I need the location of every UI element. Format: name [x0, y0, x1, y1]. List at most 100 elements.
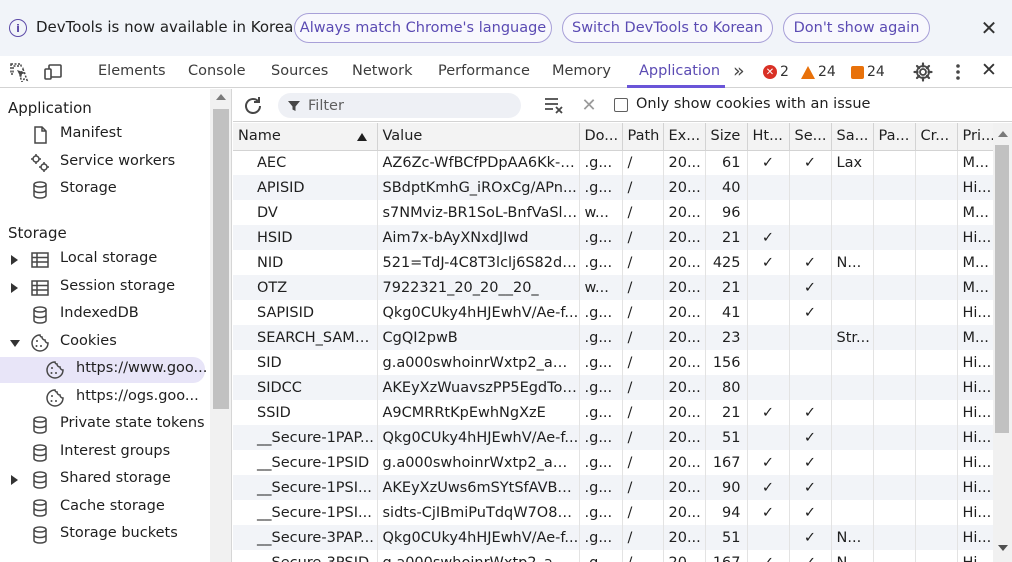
sidebar-item-indexeddb[interactable]: IndexedDB	[0, 302, 205, 328]
table-row[interactable]: SSID A9CMRRtKpEwhNgXzE .g.../20... 21 ✓ ✓ Hi..…	[233, 400, 993, 425]
scroll-down-arrow-icon[interactable]	[998, 545, 1008, 551]
column-header-secure[interactable]: Se...	[789, 123, 832, 151]
table-row[interactable]: __Secure-3PAP... Qkg0CUky4hHJEwhV/Ae-f...…	[233, 525, 993, 550]
issues-badge[interactable]: 24	[851, 64, 885, 80]
cell-name: __Secure-3PAP...	[233, 525, 378, 550]
sidebar-item-cache-storage[interactable]: Cache storage	[0, 495, 205, 521]
close-devtools-icon[interactable]: ✕	[981, 59, 997, 81]
switch-to-korean-button[interactable]: Switch DevTools to Korean	[562, 13, 773, 43]
always-match-language-button[interactable]: Always match Chrome's language	[294, 13, 552, 43]
table-row[interactable]: __Secure-1PSI... sidts-CjIBmiPuTdqW7O8W..…	[233, 500, 993, 525]
column-header-cross-site[interactable]: Cr...	[915, 123, 958, 151]
cell-priority: Hi...	[957, 450, 993, 475]
clear-all-cookies-icon[interactable]	[543, 95, 565, 115]
scroll-up-arrow-icon[interactable]	[216, 94, 226, 100]
table-row[interactable]: APISID SBdptKmhG_iROxCg/APn... .g.../20...…	[233, 175, 993, 200]
cell-domain: .g...	[579, 325, 623, 350]
sidebar-item-local-storage[interactable]: Local storage	[0, 247, 205, 273]
cell-expires: 20...	[663, 175, 706, 200]
table-row[interactable]: __Secure-1PSID g.a000swhoinrWxtp2_aWq....…	[233, 450, 993, 475]
delete-selected-icon[interactable]: ✕	[580, 95, 598, 116]
close-infobar-icon[interactable]: ✕	[978, 16, 1000, 40]
sidebar-item-storage-overview[interactable]: Storage	[0, 177, 205, 203]
expand-arrow-icon[interactable]	[11, 255, 18, 265]
cookie-icon	[31, 334, 49, 352]
cell-domain: .g...	[579, 475, 623, 500]
table-row[interactable]: __Secure-1PSI... AKEyXzUws6mSYtSfAVBOf...…	[233, 475, 993, 500]
sidebar-item-service-workers[interactable]: Service workers	[0, 150, 205, 176]
sidebar-scroll-thumb[interactable]	[213, 109, 229, 409]
table-scroll-thumb[interactable]	[995, 145, 1009, 433]
table-row[interactable]: OTZ 7922321_20_20__20_ w.../20... 21 ✓ M...	[233, 275, 993, 300]
table-scrollbar[interactable]	[993, 123, 1012, 562]
cell-size: 21	[705, 400, 748, 425]
cell-domain: .g...	[579, 550, 623, 562]
column-header-value[interactable]: Value	[377, 123, 580, 151]
column-header-size[interactable]: Size	[705, 123, 748, 151]
cell-size: 41	[705, 300, 748, 325]
table-row[interactable]: NID 521=TdJ-4C8T3lclj6S82dY... .g.../20...…	[233, 250, 993, 275]
column-header-path[interactable]: Path	[622, 123, 664, 151]
tab-network[interactable]: Network	[352, 63, 413, 79]
tab-console[interactable]: Console	[188, 63, 246, 79]
sidebar-item-cookies[interactable]: Cookies	[0, 330, 205, 356]
expand-arrow-icon[interactable]	[11, 475, 18, 485]
more-tabs-icon[interactable]: »	[733, 60, 745, 82]
more-options-icon[interactable]	[948, 62, 968, 82]
column-header-httponly[interactable]: Ht...	[747, 123, 790, 151]
column-header-name[interactable]: Name	[233, 123, 378, 151]
tab-application[interactable]: Application	[639, 63, 720, 79]
dont-show-again-button[interactable]: Don't show again	[783, 13, 930, 43]
table-header-row: Name Value Do... Path Ex... Size Ht... Se... Sa.…	[233, 123, 993, 151]
table-row[interactable]: __Secure-1PAP... Qkg0CUky4hHJEwhV/Ae-f...…	[233, 425, 993, 450]
sidebar-item-storage-buckets[interactable]: Storage buckets	[0, 522, 205, 548]
table-row[interactable]: AEC AZ6Zc-WfBCfPDpAA6Kk-j_... .g.../20... 6…	[233, 150, 993, 175]
column-header-expires[interactable]: Ex...	[663, 123, 706, 151]
device-toolbar-icon[interactable]	[43, 62, 63, 82]
sidebar-item-cookie-www-google[interactable]: https://www.goo...	[0, 357, 207, 383]
table-row[interactable]: SIDCC AKEyXzWuavszPP5EgdToo... .g.../20...…	[233, 375, 993, 400]
sidebar-item-shared-storage[interactable]: Shared storage	[0, 467, 205, 493]
sidebar-item-label: Service workers	[60, 153, 176, 169]
table-row[interactable]: DV s7NMviz-BR1SoL-BnfVaSls... w.../20... 96…	[233, 200, 993, 225]
scroll-up-arrow-icon[interactable]	[998, 131, 1008, 137]
errors-badge[interactable]: ✕ 2	[763, 64, 789, 80]
table-row[interactable]: HSID Aim7x-bAyXNxdJIwd .g.../20... 21 ✓ Hi...	[233, 225, 993, 250]
cell-partition-key	[873, 225, 916, 250]
table-row[interactable]: SEARCH_SAME... CgQI2pwB .g.../20... 23 Str..…	[233, 325, 993, 350]
column-header-domain[interactable]: Do...	[579, 123, 623, 151]
only-issues-checkbox[interactable]	[614, 98, 628, 112]
cell-name: AEC	[233, 150, 378, 175]
cell-samesite: N...	[831, 250, 874, 275]
inspect-element-icon[interactable]	[9, 62, 29, 82]
filter-box[interactable]	[278, 93, 521, 118]
filter-input[interactable]	[308, 95, 508, 116]
collapse-arrow-icon[interactable]	[10, 340, 20, 347]
sidebar-item-cookie-ogs-google[interactable]: https://ogs.goo...	[0, 385, 205, 411]
cell-value: CgQI2pwB	[377, 325, 580, 350]
sidebar-item-private-state-tokens[interactable]: Private state tokens	[0, 412, 205, 438]
sidebar-item-label: Private state tokens	[60, 415, 205, 431]
column-header-priority[interactable]: Pri...	[957, 123, 993, 151]
warnings-badge[interactable]: 24	[801, 64, 836, 80]
table-row[interactable]: __Secure-3PSIDg.a000swhoinrWxtp2_aWq....…	[233, 550, 993, 562]
cell-secure	[789, 200, 832, 225]
cell-domain: .g...	[579, 175, 623, 200]
tab-elements[interactable]: Elements	[98, 63, 166, 79]
sidebar-scrollbar[interactable]	[210, 89, 232, 562]
settings-gear-icon[interactable]	[913, 62, 933, 82]
sort-ascending-icon	[356, 133, 367, 141]
errors-count: 2	[780, 64, 789, 80]
column-header-partition-key[interactable]: Pa...	[873, 123, 916, 151]
sidebar-item-interest-groups[interactable]: Interest groups	[0, 440, 205, 466]
expand-arrow-icon[interactable]	[11, 283, 18, 293]
tab-sources[interactable]: Sources	[271, 63, 328, 79]
refresh-icon[interactable]	[242, 95, 264, 117]
sidebar-item-manifest[interactable]: Manifest	[0, 122, 205, 148]
tab-performance[interactable]: Performance	[438, 63, 530, 79]
column-header-samesite[interactable]: Sa...	[831, 123, 874, 151]
table-row[interactable]: SID g.a000swhoinrWxtp2_aWq... .g.../20... 1…	[233, 350, 993, 375]
tab-memory[interactable]: Memory	[552, 63, 611, 79]
sidebar-item-session-storage[interactable]: Session storage	[0, 275, 205, 301]
table-row[interactable]: SAPISID Qkg0CUky4hHJEwhV/Ae-f... .g.../20.…	[233, 300, 993, 325]
